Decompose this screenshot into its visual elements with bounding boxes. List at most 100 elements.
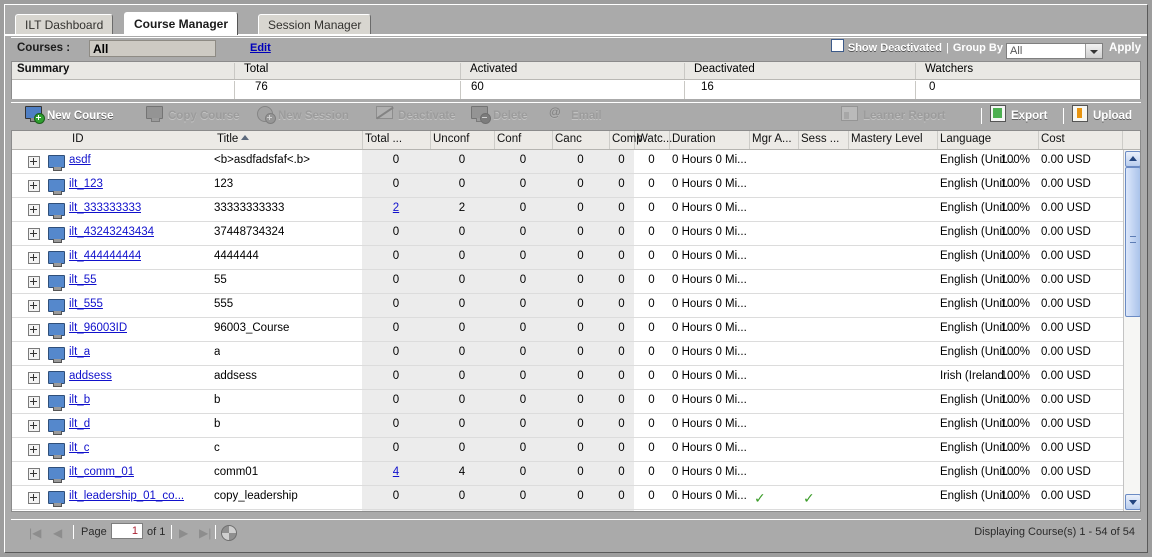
grid-column-header-duration[interactable]: Duration	[672, 133, 715, 145]
filter-separator: |	[946, 42, 949, 54]
course-id-link[interactable]: ilt_leadership_01_co...	[69, 490, 184, 502]
first-page-button[interactable]: |◀	[29, 526, 41, 540]
grid-column-header-canc[interactable]: Canc	[555, 133, 582, 145]
course-unconf-cell: 4	[458, 466, 466, 478]
course-total-cell[interactable]: 4	[362, 466, 430, 478]
expand-row-icon[interactable]	[28, 444, 40, 456]
grid-column-header-label: Duration	[672, 133, 716, 145]
edit-link[interactable]: Edit	[250, 42, 271, 54]
grid-column-header-sess[interactable]: Sess ...	[801, 133, 839, 145]
upload-button[interactable]: Upload	[1071, 105, 1132, 127]
table-row[interactable]: asdf <b>asdfadsfaf<.b> 0 0 0 0 0 0 0 Hours 0 Mi.…	[12, 150, 1124, 174]
table-row[interactable]: ilt_96003ID 96003_Course 0 0 0 0 0 0 0 Hours 0 M…	[12, 318, 1124, 342]
table-row[interactable]: addsess addsess 0 0 0 0 0 0 0 Hours 0 Mi... 100% I…	[12, 366, 1124, 390]
course-id-link[interactable]: ilt_55	[69, 274, 97, 286]
course-total-cell[interactable]: 2	[362, 202, 430, 214]
course-id-link[interactable]: asdf	[69, 154, 91, 166]
expand-row-icon[interactable]	[28, 324, 40, 336]
grid-column-header-mastery-level[interactable]: Mastery Level	[851, 133, 923, 145]
course-id-link[interactable]: ilt_444444444	[69, 250, 141, 262]
table-row[interactable]: CV0101Cost verificatuion00000012 Hours 0…	[12, 510, 1124, 511]
summary-col-watchers: Watchers	[925, 63, 974, 75]
expand-row-icon[interactable]	[28, 396, 40, 408]
refresh-icon[interactable]	[221, 525, 237, 541]
course-id-link[interactable]: ilt_comm_01	[69, 466, 134, 478]
course-unconf-cell: 0	[458, 490, 466, 502]
table-row[interactable]: ilt_333333333 33333333333 2 2 0 0 0 0 0 Hours 0 …	[12, 198, 1124, 222]
course-comp-cell: 0	[618, 346, 625, 358]
course-id-link[interactable]: ilt_555	[69, 298, 103, 310]
course-watch-cell: 0	[648, 370, 655, 382]
next-page-button[interactable]: ▶	[179, 526, 188, 540]
table-row[interactable]: ilt_d b 0 0 0 0 0 0 0 Hours 0 Mi... 100% English (…	[12, 414, 1124, 438]
expand-row-icon[interactable]	[28, 180, 40, 192]
grid-column-header-language[interactable]: Language	[940, 133, 991, 145]
course-id-link[interactable]: ilt_96003ID	[69, 322, 127, 334]
grid-column-header-conf[interactable]: Conf	[497, 133, 521, 145]
expand-row-icon[interactable]	[28, 252, 40, 264]
course-type-icon	[48, 323, 65, 339]
grid-vertical-scrollbar[interactable]	[1123, 150, 1140, 511]
grid-column-header-mgr-a[interactable]: Mgr A...	[752, 133, 792, 145]
grid-column-header-total[interactable]: Total ...	[365, 133, 402, 145]
tab-ilt-dashboard[interactable]: ILT Dashboard	[15, 14, 114, 35]
course-id-link[interactable]: ilt_a	[69, 346, 90, 358]
group-by-select[interactable]: All	[1006, 43, 1104, 59]
expand-row-icon[interactable]	[28, 156, 40, 168]
scrollbar-thumb[interactable]	[1125, 167, 1140, 317]
table-row[interactable]: ilt_a a 0 0 0 0 0 0 0 Hours 0 Mi... 100% English (…	[12, 342, 1124, 366]
table-row[interactable]: ilt_b b 0 0 0 0 0 0 0 Hours 0 Mi... 100% English (…	[12, 390, 1124, 414]
page-number-input[interactable]: 1	[111, 523, 143, 539]
table-row[interactable]: ilt_555 555 0 0 0 0 0 0 0 Hours 0 Mi... 100% Engli…	[12, 294, 1124, 318]
expand-row-icon[interactable]	[28, 228, 40, 240]
expand-row-icon[interactable]	[28, 300, 40, 312]
course-cost-cell: 0.00 USD	[1041, 370, 1091, 382]
apply-button[interactable]: Apply	[1109, 42, 1141, 54]
table-row[interactable]: ilt_leadership_01_co... copy_leadership 0 0…	[12, 486, 1124, 510]
prev-page-button[interactable]: ◀	[53, 526, 62, 540]
scroll-up-icon[interactable]	[1125, 151, 1140, 167]
new-course-label: New Course	[47, 110, 114, 122]
tab-course-manager[interactable]: Course Manager	[124, 12, 239, 35]
tab-session-manager[interactable]: Session Manager	[258, 14, 372, 35]
grid-column-header-label: ID	[72, 133, 84, 145]
course-id-link[interactable]: ilt_b	[69, 394, 90, 406]
grid-column-header-watc[interactable]: Watc...	[637, 133, 672, 145]
course-id-link[interactable]: ilt_43243243434	[69, 226, 154, 238]
expand-row-icon[interactable]	[28, 204, 40, 216]
export-button[interactable]: Export	[989, 105, 1047, 127]
course-id-link[interactable]: ilt_d	[69, 418, 90, 430]
grid-column-header-id[interactable]: ID	[72, 133, 84, 145]
expand-row-icon[interactable]	[28, 420, 40, 432]
course-id-link[interactable]: ilt_123	[69, 178, 103, 190]
table-row[interactable]: ilt_123 123 0 0 0 0 0 0 0 Hours 0 Mi... 100% Engli…	[12, 174, 1124, 198]
table-row[interactable]: ilt_comm_01 comm01 4 4 0 0 0 0 0 Hours 0 Mi... 10…	[12, 462, 1124, 486]
expand-row-icon[interactable]	[28, 276, 40, 288]
expand-row-icon[interactable]	[28, 348, 40, 360]
scroll-down-icon[interactable]	[1125, 494, 1140, 510]
table-row[interactable]: ilt_43243243434 37448734324 0 0 0 0 0 0 0 Hours …	[12, 222, 1124, 246]
table-row[interactable]: ilt_c c 0 0 0 0 0 0 0 Hours 0 Mi... 100% English (…	[12, 438, 1124, 462]
course-duration-cell: 0 Hours 0 Mi...	[672, 154, 747, 166]
chevron-down-icon[interactable]	[1085, 44, 1103, 58]
table-row[interactable]: ilt_444444444 4444444 0 0 0 0 0 0 0 Hours 0 Mi..…	[12, 246, 1124, 270]
grid-column-header-unconf[interactable]: Unconf	[433, 133, 469, 145]
group-by-value: All	[1010, 45, 1023, 57]
course-id-link[interactable]: addsess	[69, 370, 112, 382]
expand-row-icon[interactable]	[28, 492, 40, 504]
last-page-button[interactable]: ▶|	[199, 526, 211, 540]
course-language-cell: English (Unit...	[940, 226, 1015, 238]
expand-row-icon[interactable]	[28, 372, 40, 384]
expand-row-icon[interactable]	[28, 468, 40, 480]
course-id-link[interactable]: ilt_333333333	[69, 202, 141, 214]
grid-column-header-cost[interactable]: Cost	[1041, 133, 1065, 145]
courses-value-field[interactable]: All	[89, 40, 216, 57]
grid-column-header-title[interactable]: Title	[217, 133, 250, 145]
show-deactivated-checkbox[interactable]	[830, 39, 844, 52]
course-conf-cell: 0	[519, 418, 527, 430]
course-id-link[interactable]: ilt_c	[69, 442, 89, 454]
new-course-button[interactable]: New Course	[25, 105, 113, 127]
show-deactivated-label[interactable]: Show Deactivated	[848, 42, 942, 54]
table-row[interactable]: ilt_55 55 0 0 0 0 0 0 0 Hours 0 Mi... 100% English…	[12, 270, 1124, 294]
grid-header-divider	[798, 131, 799, 149]
